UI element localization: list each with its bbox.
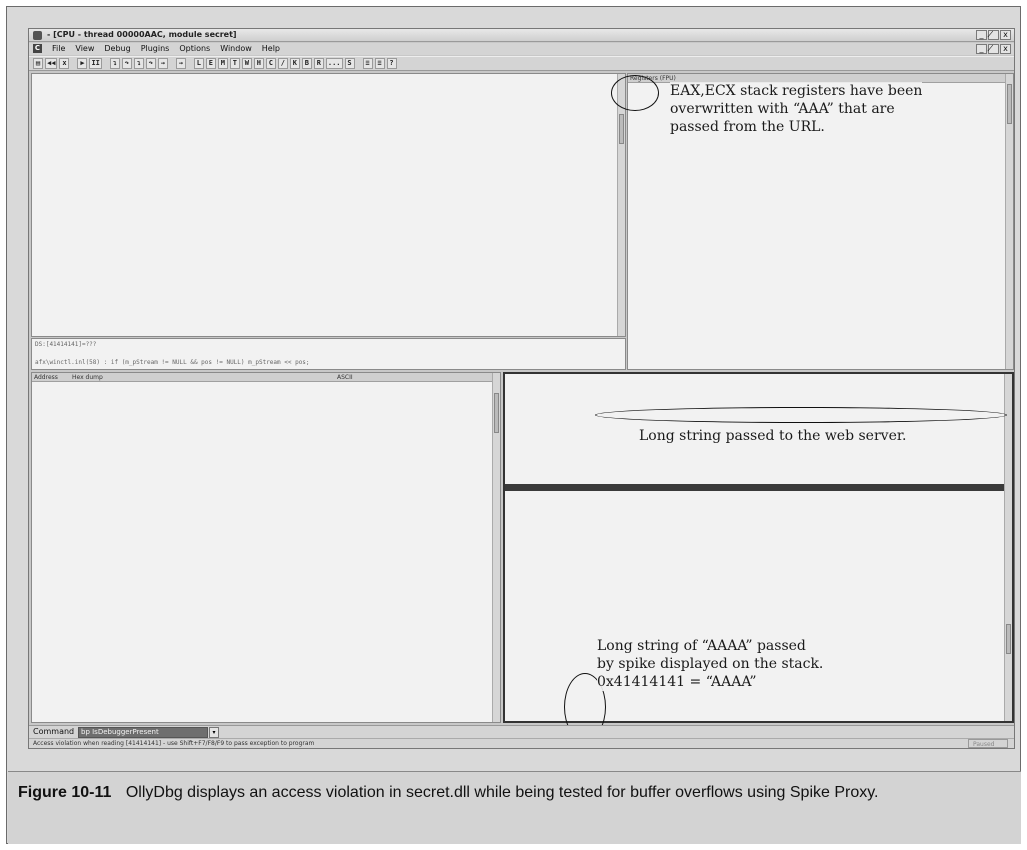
- window-controls: _ ̸ x: [976, 30, 1011, 40]
- command-label: Command: [33, 727, 75, 736]
- registers-highlight-ellipse: [611, 75, 659, 111]
- window-title: - [CPU - thread 00000AAC, module secret]: [47, 30, 237, 39]
- command-dropdown[interactable]: ▾: [209, 727, 219, 738]
- restart-button[interactable]: ◀◀: [45, 58, 58, 69]
- appearance-button[interactable]: ≡: [362, 58, 373, 69]
- dump-header-address: Address: [34, 374, 58, 381]
- windows-window-button[interactable]: W: [241, 58, 252, 69]
- info-pane: DS:[41414141]=??? afx\winctl.inl(58) : i…: [31, 338, 626, 370]
- mdi-window-controls: _ ̸ x: [976, 44, 1011, 54]
- call-stack-button[interactable]: K: [289, 58, 300, 69]
- close-program-button[interactable]: x: [59, 58, 70, 69]
- app-icon: [33, 31, 42, 40]
- minimize-button[interactable]: _: [976, 30, 987, 40]
- stack-annotation-line-2: by spike displayed on the stack.: [597, 656, 824, 672]
- close-button[interactable]: x: [1000, 30, 1011, 40]
- execute-till-return-button[interactable]: →: [157, 58, 168, 69]
- command-bar: Command bp IsDebuggerPresent ▾: [29, 725, 1014, 738]
- handles-window-button[interactable]: H: [253, 58, 264, 69]
- registers-scrollbar[interactable]: [1005, 74, 1013, 369]
- stack-scrollbar[interactable]: [1004, 374, 1012, 721]
- run-button[interactable]: ▶: [77, 58, 88, 69]
- figure-label: Figure 10-11: [18, 784, 112, 801]
- mdi-minimize-button[interactable]: _: [976, 44, 987, 54]
- dump-header-ascii: ASCII: [337, 374, 353, 381]
- registers-annotation: EAX,ECX stack registers have been overwr…: [670, 82, 923, 136]
- memory-window-button[interactable]: M: [217, 58, 228, 69]
- pause-button[interactable]: II: [89, 58, 102, 69]
- ollydbg-screenshot: - [CPU - thread 00000AAC, module secret]…: [28, 28, 1015, 749]
- menu-file[interactable]: File: [52, 43, 65, 55]
- mdi-close-button[interactable]: x: [1000, 44, 1011, 54]
- figure-frame: - [CPU - thread 00000AAC, module secret]…: [6, 6, 1021, 844]
- trace-over-button[interactable]: ↷: [145, 58, 156, 69]
- registers-annotation-line-1: EAX,ECX stack registers have been: [670, 83, 923, 99]
- dump-header: Address Hex dump ASCII: [32, 373, 500, 382]
- command-input[interactable]: bp IsDebuggerPresent: [78, 727, 208, 738]
- menu-options[interactable]: Options: [179, 43, 210, 55]
- menu-debug[interactable]: Debug: [104, 43, 130, 55]
- hex-dump-listing: [34, 385, 489, 721]
- disassembly-listing: [34, 76, 614, 334]
- stack-annotation-line-1: Long string of “AAAA” passed: [597, 638, 806, 654]
- breakpoints-window-button[interactable]: B: [301, 58, 312, 69]
- figure-caption-text: OllyDbg displays an access violation in …: [125, 784, 879, 801]
- menu-view[interactable]: View: [75, 43, 94, 55]
- registers-annotation-line-2: overwritten with “AAA” that are: [670, 101, 895, 117]
- run-trace-button[interactable]: ...: [325, 58, 343, 69]
- figure-caption: Figure 10-11 OllyDbg displays an access …: [18, 782, 1008, 804]
- long-string-ellipse: [595, 407, 1007, 423]
- title-bar: - [CPU - thread 00000AAC, module secret]…: [29, 29, 1014, 42]
- toolbar: ▤ ◀◀ x ▶ II ↴ ↷ ↴ ↷ → → L E M T W H C / …: [29, 56, 1014, 71]
- status-bar: Access violation when reading [41414141]…: [29, 738, 1014, 748]
- threads-window-button[interactable]: T: [229, 58, 240, 69]
- stack-annotation: Long string of “AAAA” passed by spike di…: [597, 637, 824, 691]
- log-window-button[interactable]: L: [193, 58, 204, 69]
- info-line-source: afx\winctl.inl(58) : if (m_pStream != NU…: [35, 359, 310, 366]
- status-message: Access violation when reading [41414141]…: [33, 740, 315, 747]
- modules-window-button[interactable]: E: [205, 58, 216, 69]
- mdi-restore-button[interactable]: ̸: [988, 44, 999, 54]
- step-into-button[interactable]: ↴: [109, 58, 120, 69]
- cpu-window-icon[interactable]: C: [33, 44, 42, 53]
- step-over-button[interactable]: ↷: [121, 58, 132, 69]
- stack-annotation-line-3: 0x41414141 = “AAAA”: [597, 674, 757, 690]
- open-button[interactable]: ▤: [33, 58, 43, 69]
- trace-into-button[interactable]: ↴: [133, 58, 144, 69]
- patches-window-button[interactable]: /: [277, 58, 288, 69]
- disassembly-scrollbar[interactable]: [617, 74, 625, 336]
- options-button[interactable]: ≡: [374, 58, 385, 69]
- menu-window[interactable]: Window: [220, 43, 252, 55]
- hex-dump-pane[interactable]: Address Hex dump ASCII: [31, 372, 501, 723]
- dump-scrollbar[interactable]: [492, 373, 500, 722]
- registers-annotation-line-3: passed from the URL.: [670, 119, 825, 135]
- caption-band: Figure 10-11 OllyDbg displays an access …: [8, 771, 1021, 844]
- disassembly-pane[interactable]: [31, 73, 626, 337]
- info-line-address: DS:[41414141]=???: [35, 341, 97, 348]
- restore-button[interactable]: ̸: [988, 30, 999, 40]
- dump-header-hex: Hex dump: [72, 374, 103, 381]
- references-window-button[interactable]: R: [313, 58, 324, 69]
- menu-bar: C File View Debug Plugins Options Window…: [29, 43, 1014, 55]
- menu-help[interactable]: Help: [262, 43, 280, 55]
- help-button[interactable]: ?: [386, 58, 397, 69]
- cpu-window-button[interactable]: C: [265, 58, 276, 69]
- long-string-annotation: Long string passed to the web server.: [639, 427, 907, 445]
- goto-button[interactable]: →: [175, 58, 186, 69]
- menu-plugins[interactable]: Plugins: [141, 43, 170, 55]
- status-state-badge: Paused: [968, 739, 1008, 748]
- source-window-button[interactable]: S: [344, 58, 355, 69]
